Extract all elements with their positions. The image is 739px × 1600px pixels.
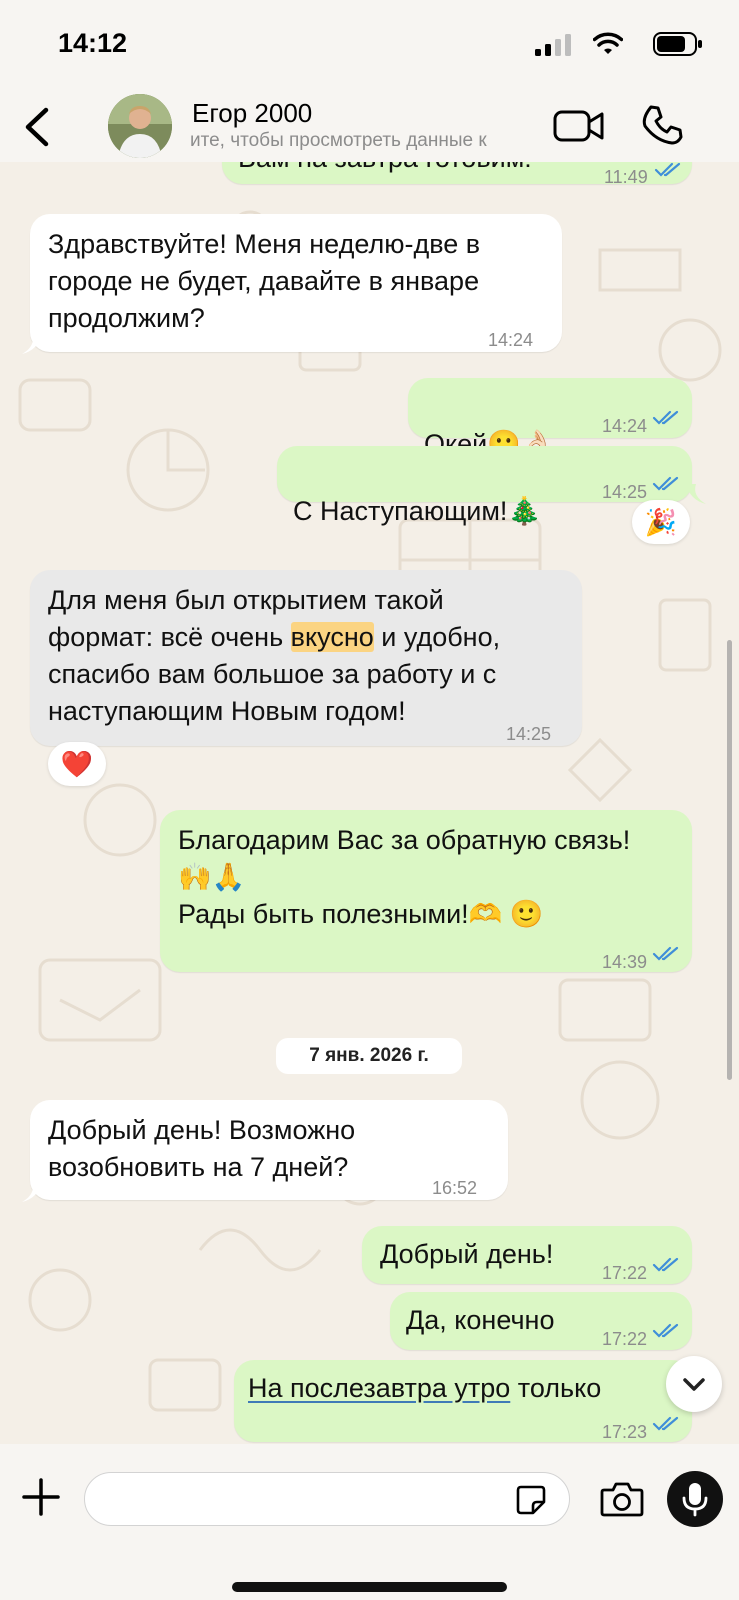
battery-icon (653, 32, 702, 56)
microphone-icon (682, 1483, 708, 1517)
highlighted-word: вкусно (290, 622, 374, 652)
chevron-down-icon (683, 1378, 705, 1391)
message-line: 🙌🙏 (178, 862, 246, 892)
home-indicator[interactable] (232, 1582, 507, 1592)
scroll-to-bottom-button[interactable] (666, 1356, 722, 1412)
message-text-content: С Наступающим! (293, 496, 508, 526)
outgoing-message[interactable]: Окей🙂👌🏻 14:24 (408, 378, 692, 459)
scrollbar[interactable] (727, 640, 732, 1080)
outgoing-message[interactable]: Да, конечно 17:22 (390, 1292, 692, 1350)
status-time: 14:12 (58, 28, 128, 58)
read-ticks-icon (652, 476, 679, 491)
contact-subtitle[interactable]: ите, чтобы просмотреть данные к (190, 130, 540, 154)
outgoing-message[interactable]: На послезавтра утро только 17:23 (234, 1360, 692, 1442)
bubble-tail (22, 1182, 42, 1202)
message-text: Да, конечно (406, 1305, 555, 1335)
message-line: Для меня был открытием такой (48, 585, 444, 615)
message-text: На послезавтра утро только (248, 1370, 601, 1407)
status-icons (523, 32, 703, 58)
message-emoji: 🎄 (507, 496, 542, 526)
chat-header: Егор 2000 ите, чтобы просмотреть данные … (0, 92, 739, 162)
back-chevron-icon[interactable] (18, 104, 58, 150)
read-ticks-icon (652, 946, 679, 961)
message-text: Здравствуйте! Меня неделю-две в городе н… (48, 229, 481, 333)
message-time: 17:22 (602, 1329, 648, 1349)
read-ticks-icon (652, 1257, 679, 1272)
message-time: 14:39 (602, 952, 648, 972)
read-ticks-icon (652, 1416, 679, 1431)
incoming-message[interactable]: Добрый день! Возможно возобновить на 7 д… (30, 1100, 508, 1200)
message-text: С Наступающим!🎄 (293, 456, 541, 530)
reaction-emoji: 🎉 (644, 506, 678, 537)
status-bar: 14:12 (0, 0, 739, 92)
message-time: 16:52 (432, 1178, 478, 1198)
message-text-content: только (510, 1373, 602, 1403)
phone-call-icon[interactable] (642, 104, 684, 146)
outgoing-message[interactable]: Добрый день! 17:22 (362, 1226, 692, 1284)
read-ticks-icon (652, 410, 679, 425)
contact-name[interactable]: Егор 2000 (192, 98, 312, 129)
message-line: Рады быть полезными!🫶 🙂 (178, 899, 544, 929)
message-line: наступающим Новым годом! (48, 696, 406, 726)
contact-avatar[interactable] (108, 94, 172, 158)
message-time: 17:22 (602, 1263, 648, 1283)
message-reaction[interactable]: ❤️ (48, 742, 106, 786)
read-ticks-icon (654, 162, 681, 177)
microphone-button[interactable] (667, 1471, 723, 1527)
message-time: 14:24 (602, 416, 648, 436)
camera-icon[interactable] (600, 1480, 644, 1518)
message-text: Добрый день! (380, 1239, 554, 1269)
message-line: формат: всё очень вкусно и удобно, (48, 619, 578, 656)
video-call-icon[interactable] (553, 108, 605, 144)
message-input[interactable] (84, 1472, 570, 1526)
message-line-part: формат: всё очень (48, 622, 291, 652)
bubble-tail (686, 484, 706, 504)
message-line-part: и удобно, (373, 622, 501, 652)
incoming-message[interactable]: Здравствуйте! Меня неделю-две в городе н… (30, 214, 562, 352)
message-text: Для меня был открытием такой формат: всё… (48, 582, 578, 730)
underlined-text[interactable]: На послезавтра утро (248, 1373, 510, 1403)
outgoing-message[interactable]: Благодарим Вас за обратную связь! 🙌🙏 Рад… (160, 810, 692, 972)
reaction-emoji: ❤️ (60, 748, 94, 779)
message-time: 11:49 (604, 167, 648, 187)
bubble-tail (22, 334, 42, 354)
plus-icon[interactable] (20, 1476, 62, 1518)
date-divider: 7 янв. 2026 г. (276, 1038, 462, 1074)
message-text: Добрый день! Возможно возобновить на 7 д… (48, 1115, 356, 1182)
message-time: 14:25 (506, 724, 552, 744)
message-time: 14:24 (488, 330, 534, 350)
sticker-icon[interactable] (515, 1484, 547, 1516)
read-ticks-icon (652, 1323, 679, 1338)
message-text: Благодарим Вас за обратную связь! 🙌🙏 Рад… (178, 822, 630, 933)
message-line: спасибо вам большое за работу и с (48, 659, 497, 689)
wifi-icon (593, 32, 623, 54)
avatar-photo (108, 94, 172, 158)
message-composer (0, 1444, 739, 1600)
incoming-message[interactable]: Для меня был открытием такой формат: всё… (30, 570, 582, 746)
message-reaction[interactable]: 🎉 (632, 500, 690, 544)
outgoing-message[interactable]: С Наступающим!🎄 14:25 (277, 446, 692, 526)
cellular-signal-icon (535, 34, 571, 56)
message-line: Благодарим Вас за обратную связь! (178, 825, 631, 855)
